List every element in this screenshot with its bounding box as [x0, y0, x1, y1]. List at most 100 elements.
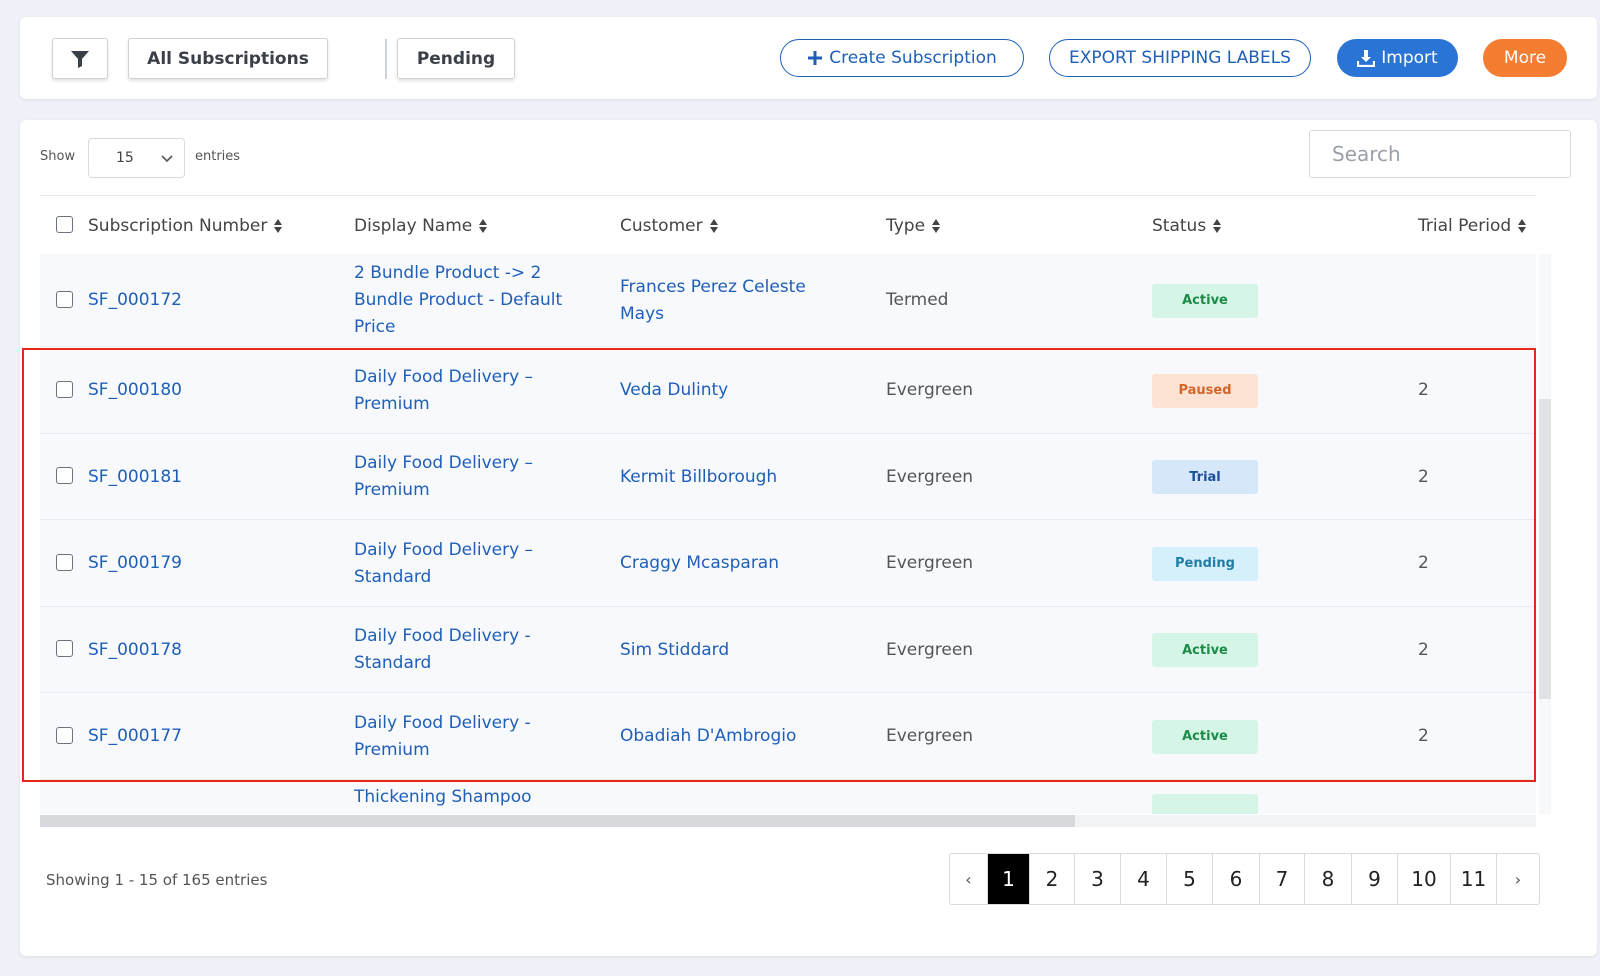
entries-label: entries — [195, 149, 241, 164]
filter-icon — [71, 50, 89, 68]
pagination-page-2[interactable]: 2 — [1030, 854, 1075, 904]
row-checkbox[interactable] — [56, 380, 73, 398]
customer-link-line: Frances Perez Celeste — [620, 276, 806, 297]
display-name-link[interactable]: Daily Food Delivery – Standard — [354, 537, 533, 591]
create-subscription-label: Create Subscription — [829, 48, 997, 68]
show-label: Show — [40, 149, 76, 164]
display-name-link-line: Premium — [354, 739, 430, 760]
display-name-link[interactable]: Daily Food Delivery – Premium — [354, 364, 533, 418]
type-cell: Evergreen — [886, 380, 974, 400]
display-name-link-line: Bundle Product - Default — [354, 290, 563, 310]
column-header-type[interactable]: Type — [886, 216, 941, 236]
subscription-number-link[interactable]: SF_000172 — [88, 287, 182, 314]
display-name-link[interactable]: Daily Food Delivery - Standard — [354, 623, 531, 677]
export-shipping-labels-button[interactable]: EXPORT SHIPPING LABELS — [1049, 39, 1311, 77]
vertical-scrollbar[interactable] — [1539, 254, 1551, 814]
row-checkbox[interactable] — [56, 640, 73, 657]
column-header-trial-period[interactable]: Trial Period — [1418, 216, 1527, 236]
display-name-link-line: 2 Bundle Product -> 2 — [354, 263, 542, 283]
entries-per-page-select[interactable]: 15 — [88, 138, 185, 178]
top-toolbar: All Subscriptions Pending Create Subscri… — [20, 17, 1597, 99]
customer-link[interactable]: Sim Stiddard — [620, 637, 729, 664]
table-row[interactable]: SF_000181 Daily Food Delivery – Premium Ker… — [40, 434, 1536, 520]
customer-link[interactable]: Frances Perez Celeste Mays — [620, 274, 806, 328]
trial-period-cell: 2 — [1418, 553, 1429, 573]
pagination-page-8[interactable]: 8 — [1305, 854, 1352, 904]
subscription-number-link[interactable]: SF_000181 — [88, 464, 182, 491]
status-badge: Active — [1152, 633, 1258, 667]
display-name-link-line: Premium — [354, 393, 430, 414]
table-header: Subscription Number Display Name Customer T… — [40, 196, 1536, 254]
customer-link[interactable]: Obadiah D'Ambrogio — [620, 723, 796, 750]
display-name-link-line: Daily Food Delivery – — [354, 453, 534, 473]
import-button[interactable]: Import — [1337, 39, 1458, 77]
filter-button[interactable] — [52, 38, 108, 79]
subscription-number-link[interactable]: SF_000178 — [88, 637, 182, 664]
table-row[interactable]: SF_000180 Daily Food Delivery – Premium Ved… — [40, 347, 1536, 434]
pagination-page-3[interactable]: 3 — [1075, 854, 1121, 904]
pagination-next-button[interactable]: › — [1497, 854, 1539, 904]
table-row[interactable]: SF_000177 Daily Food Delivery - Premium Oba… — [40, 693, 1536, 780]
horizontal-scrollbar-thumb[interactable] — [40, 815, 1075, 827]
pagination-page-5[interactable]: 5 — [1167, 854, 1213, 904]
customer-link[interactable]: Craggy Mcasparan — [620, 550, 779, 577]
display-name-link-line: Standard — [354, 653, 432, 673]
select-all-checkbox[interactable] — [56, 216, 73, 233]
column-header-subscription-number[interactable]: Subscription Number — [88, 216, 283, 236]
trial-period-cell: 2 — [1418, 466, 1429, 487]
sort-icon — [1518, 219, 1527, 233]
column-header-label: Type — [886, 216, 926, 236]
row-checkbox[interactable] — [56, 553, 73, 571]
status-badge — [1152, 794, 1258, 814]
display-name-link[interactable]: Daily Food Delivery - Premium — [354, 710, 531, 764]
customer-link-line: Sim Stiddard — [620, 639, 730, 660]
table-row[interactable]: Thickening Shampoo — [40, 780, 1536, 814]
subscription-number-link[interactable]: SF_000180 — [88, 377, 182, 404]
customer-link-line: Mays — [620, 303, 665, 324]
sort-icon — [479, 219, 488, 233]
pagination-prev-button[interactable]: ‹ — [950, 854, 988, 904]
customer-link-line: Obadiah D'Ambrogio — [620, 726, 797, 746]
status-badge: Paused — [1152, 373, 1258, 408]
display-name-link[interactable]: Thickening Shampoo — [354, 784, 532, 811]
all-subscriptions-button[interactable]: All Subscriptions — [128, 38, 328, 79]
create-subscription-button[interactable]: Create Subscription — [780, 39, 1024, 77]
pagination-page-1[interactable]: 1 — [988, 854, 1030, 904]
sort-icon — [709, 219, 718, 233]
table-row[interactable]: SF_000172 2 Bundle Product -> 2 Bundle Pro… — [40, 254, 1536, 347]
display-name-link[interactable]: 2 Bundle Product -> 2 Bundle Product - De… — [354, 260, 562, 341]
toolbar-divider — [385, 39, 387, 79]
display-name-link-line: Premium — [354, 480, 430, 500]
type-cell: Evergreen — [886, 726, 974, 746]
display-name-link[interactable]: Daily Food Delivery – Premium — [354, 450, 533, 504]
pagination-page-9[interactable]: 9 — [1352, 854, 1398, 904]
column-header-status[interactable]: Status — [1152, 216, 1222, 236]
row-checkbox[interactable] — [56, 467, 73, 484]
pagination-page-11[interactable]: 11 — [1451, 854, 1497, 904]
table-row[interactable]: SF_000178 Daily Food Delivery - Standard Si… — [40, 607, 1536, 693]
table-row[interactable]: SF_000179 Daily Food Delivery – Standard Cr… — [40, 520, 1536, 607]
subscription-number-link[interactable]: SF_000179 — [88, 550, 182, 577]
import-label: Import — [1381, 48, 1438, 68]
pending-button[interactable]: Pending — [397, 38, 515, 79]
display-name-link-line: Daily Food Delivery - — [354, 712, 531, 733]
row-checkbox[interactable] — [56, 290, 73, 308]
search-input[interactable] — [1309, 130, 1571, 178]
pagination-page-7[interactable]: 7 — [1260, 854, 1305, 904]
horizontal-scrollbar[interactable] — [40, 815, 1536, 827]
subscription-number-link[interactable]: SF_000177 — [88, 723, 182, 750]
pagination-page-6[interactable]: 6 — [1213, 854, 1260, 904]
pagination-page-4[interactable]: 4 — [1121, 854, 1167, 904]
column-header-display-name[interactable]: Display Name — [354, 216, 488, 236]
more-button[interactable]: More — [1483, 39, 1567, 77]
customer-link[interactable]: Kermit Billborough — [620, 464, 777, 491]
plus-icon — [808, 51, 823, 65]
row-checkbox[interactable] — [56, 726, 73, 744]
download-icon — [1357, 50, 1376, 67]
status-badge: Pending — [1152, 546, 1258, 581]
customer-link-line: Kermit Billborough — [620, 466, 778, 487]
column-header-customer[interactable]: Customer — [620, 216, 719, 236]
vertical-scrollbar-thumb[interactable] — [1539, 399, 1551, 699]
customer-link[interactable]: Veda Dulinty — [620, 377, 728, 404]
pagination-page-10[interactable]: 10 — [1398, 854, 1451, 904]
